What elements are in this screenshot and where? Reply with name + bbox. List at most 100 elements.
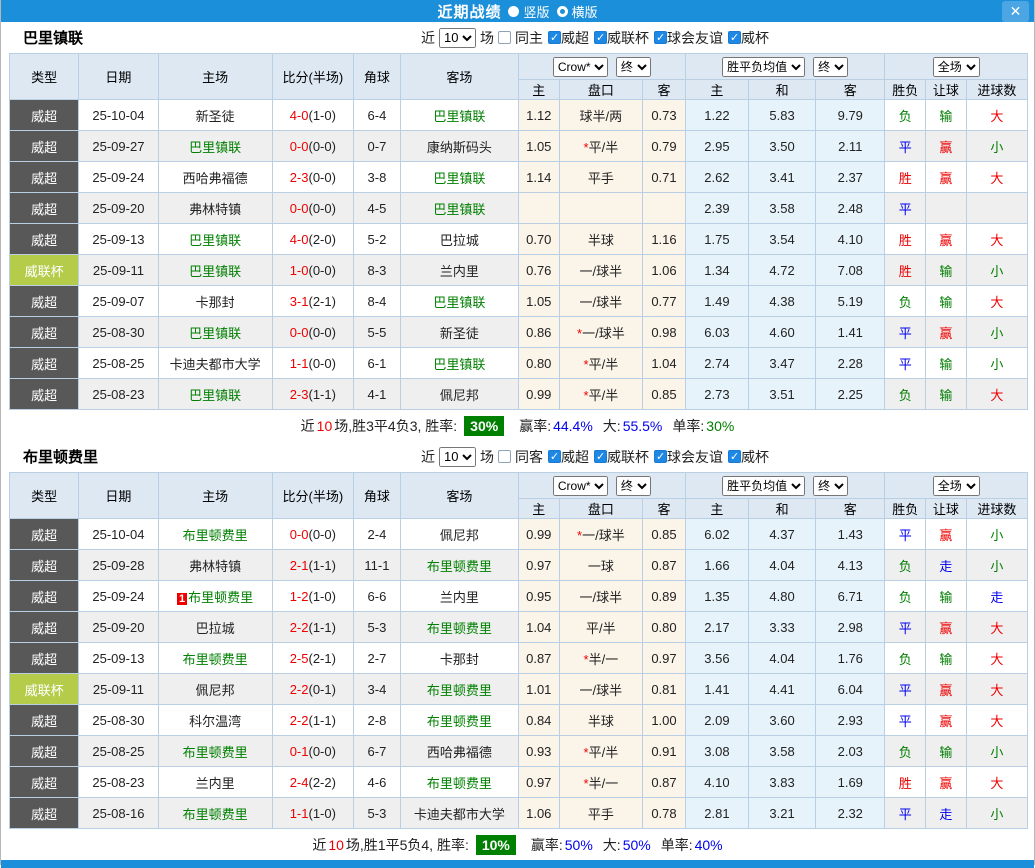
match-row: 威超25-08-30科尔温湾2-2(1-1)2-8布里顿费里0.84半球1.00… xyxy=(10,705,1028,736)
summary-count: 10 xyxy=(317,418,333,434)
goals-result-cell: 大 xyxy=(966,100,1027,131)
avg-lose-cell: 6.04 xyxy=(816,674,885,705)
away-team-cell: 佩尼邦 xyxy=(400,379,518,410)
odds-final-select[interactable]: 终 xyxy=(616,476,651,496)
score-cell: 2-2(1-1) xyxy=(272,612,353,643)
outcome-result-cell: 负 xyxy=(885,581,926,612)
league-filter-wels-premier[interactable]: 威超 xyxy=(548,28,589,48)
col-outcome: 胜负 xyxy=(885,499,926,519)
home-team-cell: 弗林特镇 xyxy=(158,193,272,224)
layout-radio-horizontal[interactable]: 横版 xyxy=(557,2,598,21)
goals-result-cell: 小 xyxy=(966,550,1027,581)
team1-name: 巴里镇联 xyxy=(23,27,83,48)
league-filter-club-friendly[interactable]: 球会友谊 xyxy=(654,28,723,48)
league-filter-wels-premier[interactable]: 威超 xyxy=(548,447,589,467)
away-team-cell: 布里顿费里 xyxy=(400,767,518,798)
checkbox-checked-icon[interactable] xyxy=(654,450,667,463)
home-team-cell: 布里顿费里 xyxy=(158,736,272,767)
section-head-team1: 巴里镇联 近 10 场 同主 威超 威联杯 球会友谊 威杯 xyxy=(9,22,1026,53)
corner-cell: 6-6 xyxy=(354,581,401,612)
avg-odds-select[interactable]: 胜平负均值 xyxy=(722,57,805,77)
league-filter-welsh-league-cup[interactable]: 威联杯 xyxy=(594,28,649,48)
league-filter-welsh-league-cup[interactable]: 威联杯 xyxy=(594,447,649,467)
league-filter-welsh-cup[interactable]: 威杯 xyxy=(728,447,769,467)
corner-cell: 8-4 xyxy=(354,286,401,317)
radio-selected-icon[interactable] xyxy=(508,6,519,17)
rank-badge: 1 xyxy=(177,593,187,605)
col-type: 类型 xyxy=(10,54,79,100)
home-odds-cell: 1.05 xyxy=(518,131,559,162)
close-button[interactable]: ✕ xyxy=(1002,1,1029,22)
match-type-cell: 威超 xyxy=(10,519,79,550)
handicap-result-cell: 赢 xyxy=(926,519,967,550)
handicap-result-cell: 赢 xyxy=(926,224,967,255)
near-count-select[interactable]: 10 xyxy=(439,447,476,467)
near-count-select[interactable]: 10 xyxy=(439,28,476,48)
outcome-result-cell: 胜 xyxy=(885,767,926,798)
odds-final-select[interactable]: 终 xyxy=(616,57,651,77)
avg-draw-cell: 3.41 xyxy=(748,162,815,193)
checkbox-checked-icon[interactable] xyxy=(548,450,561,463)
col-type: 类型 xyxy=(10,473,79,519)
col-handicap: 盘口 xyxy=(559,80,642,100)
win-rate-badge: 10% xyxy=(476,835,516,855)
away-odds-cell: 0.78 xyxy=(643,798,686,829)
avg-win-cell: 2.81 xyxy=(685,798,748,829)
goals-result-cell: 大 xyxy=(966,705,1027,736)
col-avg-draw: 和 xyxy=(748,499,815,519)
team1-matches-table: 类型 日期 主场 比分(半场) 角球 客场 Crow* 终 胜平负均值 xyxy=(9,53,1028,410)
league-filter-welsh-cup[interactable]: 威杯 xyxy=(728,28,769,48)
checkbox-checked-icon[interactable] xyxy=(548,31,561,44)
match-row: 威联杯25-09-11佩尼邦2-2(0-1)3-4布里顿费里1.01一/球半0.… xyxy=(10,674,1028,705)
checkbox-checked-icon[interactable] xyxy=(728,31,741,44)
result-group-header: 全场 xyxy=(885,473,1028,499)
team2-filter-bar: 近 10 场 同客 威超 威联杯 球会友谊 威杯 xyxy=(421,447,769,467)
checkbox-checked-icon[interactable] xyxy=(594,31,607,44)
avg-group-header: 胜平负均值 终 xyxy=(685,54,885,80)
match-type-cell: 威超 xyxy=(10,379,79,410)
avg-lose-cell: 2.03 xyxy=(816,736,885,767)
bookmaker-select[interactable]: Crow* xyxy=(553,57,608,77)
same-away-checkbox[interactable] xyxy=(498,450,511,463)
layout-radio-vertical[interactable]: 竖版 xyxy=(508,2,549,21)
dialog-titlebar: 近期战绩 竖版 横版 ✕ xyxy=(1,0,1034,22)
outcome-result-cell: 平 xyxy=(885,705,926,736)
away-odds-cell: 0.85 xyxy=(643,519,686,550)
score-cell: 2-2(0-1) xyxy=(272,674,353,705)
match-type-cell: 威联杯 xyxy=(10,255,79,286)
checkbox-checked-icon[interactable] xyxy=(654,31,667,44)
away-team-cell: 卡那封 xyxy=(400,643,518,674)
same-home-checkbox[interactable] xyxy=(498,31,511,44)
home-team-cell: 兰内里 xyxy=(158,767,272,798)
avg-final-select[interactable]: 终 xyxy=(813,476,848,496)
avg-draw-cell: 4.41 xyxy=(748,674,815,705)
corner-cell: 5-3 xyxy=(354,612,401,643)
league-filter-club-friendly[interactable]: 球会友谊 xyxy=(654,447,723,467)
score-cell: 1-1(1-0) xyxy=(272,798,353,829)
bookmaker-select[interactable]: Crow* xyxy=(553,476,608,496)
handicap-cell: *半/一 xyxy=(559,643,642,674)
corner-cell: 6-4 xyxy=(354,100,401,131)
outcome-result-cell: 胜 xyxy=(885,224,926,255)
scope-select[interactable]: 全场 xyxy=(933,57,980,77)
avg-draw-cell: 3.58 xyxy=(748,193,815,224)
radio-horizontal-label: 横版 xyxy=(572,2,598,21)
outcome-result-cell: 平 xyxy=(885,674,926,705)
away-odds-cell: 1.16 xyxy=(643,224,686,255)
radio-unselected-icon[interactable] xyxy=(557,6,568,17)
avg-final-select[interactable]: 终 xyxy=(813,57,848,77)
checkbox-checked-icon[interactable] xyxy=(594,450,607,463)
avg-draw-cell: 4.38 xyxy=(748,286,815,317)
checkbox-checked-icon[interactable] xyxy=(728,450,741,463)
team1-summary: 近10场,胜3平4负3, 胜率: 30% 赢率:44.4% 大:55.5% 单率… xyxy=(9,410,1026,441)
home-team-cell: 卡那封 xyxy=(158,286,272,317)
away-odds-cell: 0.73 xyxy=(643,100,686,131)
recent-results-dialog: 近期战绩 竖版 横版 ✕ 巴里镇联 近 10 场 同主 威超 威联杯 球会友谊 xyxy=(0,0,1035,865)
match-row: 威超25-09-27巴里镇联0-0(0-0)0-7康纳斯码头1.05*平/半0.… xyxy=(10,131,1028,162)
avg-odds-select[interactable]: 胜平负均值 xyxy=(722,476,805,496)
match-row: 威超25-09-13巴里镇联4-0(2-0)5-2巴拉城0.70半球1.161.… xyxy=(10,224,1028,255)
scope-select[interactable]: 全场 xyxy=(933,476,980,496)
summary-record: 场,胜1平5负4, 胜率: xyxy=(346,835,469,855)
match-date-cell: 25-09-13 xyxy=(79,224,158,255)
match-type-cell: 威超 xyxy=(10,550,79,581)
